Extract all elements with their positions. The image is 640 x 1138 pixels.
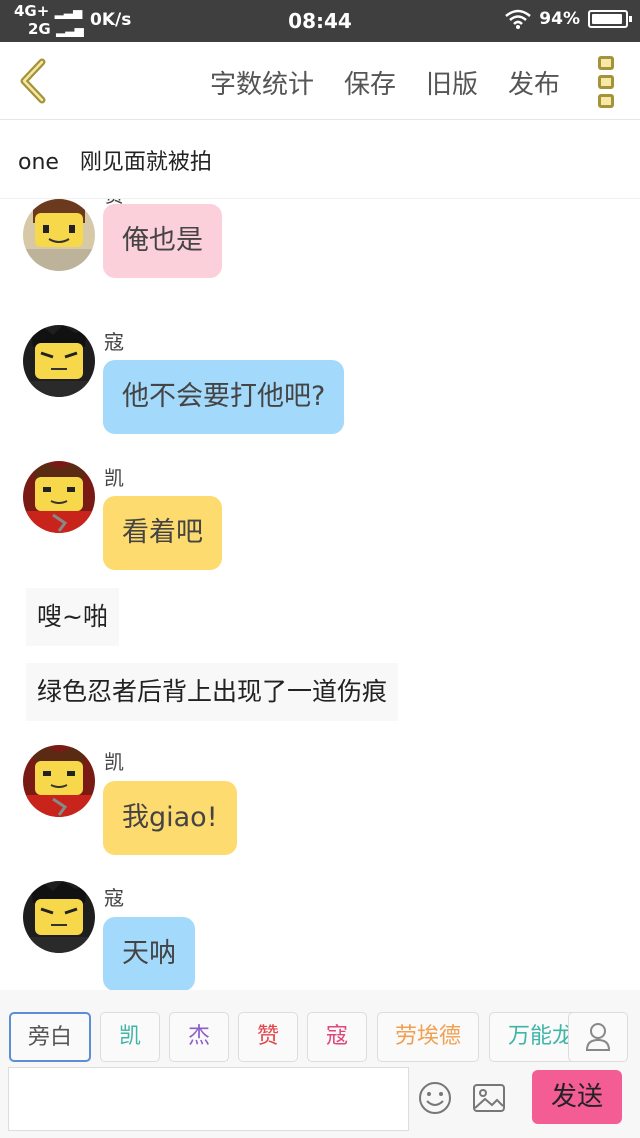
word-count-button[interactable]: 字数统计 <box>210 64 314 101</box>
image-icon[interactable] <box>471 1080 507 1116</box>
role-lloyd[interactable]: 劳埃德 <box>377 1012 479 1062</box>
more-menu-icon[interactable] <box>598 56 618 108</box>
role-jay[interactable]: 杰 <box>169 1012 229 1062</box>
chat-area[interactable]: 赞 俺也是 寇 他不会要打他吧? 凯 看着吧 嗖~啪 绿色忍者后背上出现了一道伤… <box>0 199 640 990</box>
editor-toolbar: 字数统计 保存 旧版 发布 <box>0 42 640 120</box>
back-chevron-icon[interactable] <box>14 56 54 106</box>
role-narrator[interactable]: 旁白 <box>9 1012 91 1062</box>
avatar-kai[interactable] <box>23 745 95 817</box>
status-bar: 4G+ ▂▃▅ 2G ▂▃▅ 0K/s 08:44 94% <box>0 0 640 42</box>
save-button[interactable]: 保存 <box>344 64 396 101</box>
message-bubble[interactable]: 看着吧 <box>103 496 222 570</box>
narration-text[interactable]: 嗖~啪 <box>26 588 119 646</box>
status-right: 94% <box>505 9 632 29</box>
role-kou[interactable]: 寇 <box>307 1012 367 1062</box>
avatar-kai[interactable] <box>23 461 95 533</box>
wifi-icon <box>505 9 532 29</box>
role-selector: 旁白 凯 杰 赞 寇 劳埃德 万能龙 <box>0 990 640 1064</box>
old-version-button[interactable]: 旧版 <box>426 64 478 101</box>
toolbar-actions: 字数统计 保存 旧版 发布 <box>210 64 560 101</box>
message-bubble[interactable]: 俺也是 <box>103 204 222 278</box>
message-bubble[interactable]: 他不会要打他吧? <box>103 360 345 434</box>
battery-percent: 94% <box>539 9 580 29</box>
avatar-zane[interactable] <box>23 199 95 271</box>
send-button[interactable]: 发送 <box>532 1070 622 1124</box>
sender-name: 凯 <box>104 466 124 490</box>
story-title[interactable]: one 刚见面就被拍 <box>0 121 640 199</box>
message-bubble[interactable]: 天呐 <box>103 917 195 990</box>
battery-icon <box>588 10 632 28</box>
person-icon <box>585 1023 611 1051</box>
avatar-kou[interactable] <box>23 881 95 953</box>
narration-text[interactable]: 绿色忍者后背上出现了一道伤痕 <box>26 663 399 721</box>
emoji-icon[interactable] <box>417 1080 453 1116</box>
sender-name: 寇 <box>104 886 124 910</box>
input-bar: 发送 <box>0 1064 640 1138</box>
publish-button[interactable]: 发布 <box>508 64 560 101</box>
message-input[interactable] <box>8 1067 409 1131</box>
manage-roles-button[interactable] <box>568 1012 628 1062</box>
sender-name: 凯 <box>104 750 124 774</box>
role-kai[interactable]: 凯 <box>100 1012 160 1062</box>
sender-name: 寇 <box>104 330 124 354</box>
role-zane[interactable]: 赞 <box>238 1012 298 1062</box>
avatar-kou[interactable] <box>23 325 95 397</box>
message-bubble[interactable]: 我giao! <box>103 781 237 855</box>
